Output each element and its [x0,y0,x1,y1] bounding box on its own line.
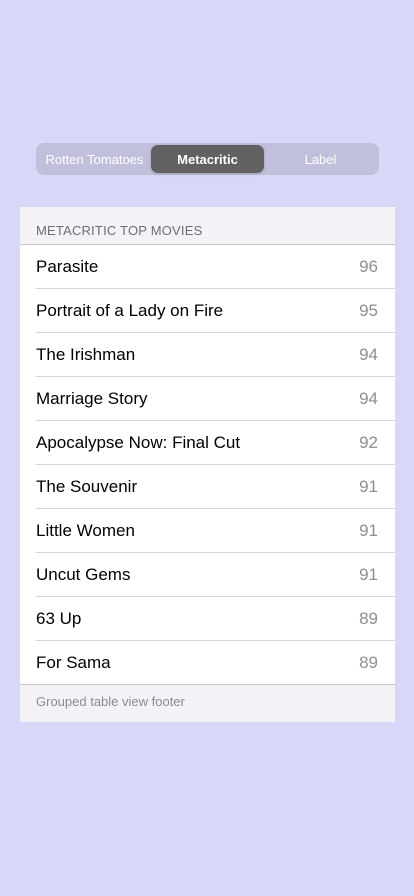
movie-score: 91 [359,477,378,496]
table-rows: Parasite 96 Portrait of a Lady on Fire 9… [20,245,395,685]
movie-title: Little Women [36,521,135,540]
segmented-control: Rotten Tomatoes Metacritic Label [36,143,379,175]
table-row[interactable]: Marriage Story 94 [20,377,395,421]
segment-rotten-tomatoes[interactable]: Rotten Tomatoes [38,145,151,173]
table-row[interactable]: Parasite 96 [20,245,395,289]
movie-title: For Sama [36,653,111,672]
movie-title: Marriage Story [36,389,148,408]
table-section-footer: Grouped table view footer [36,694,185,709]
movie-title: Parasite [36,257,99,276]
movie-title: Portrait of a Lady on Fire [36,301,224,320]
movie-title: Apocalypse Now: Final Cut [36,433,241,452]
segment-label[interactable]: Label [264,145,377,173]
table-row[interactable]: For Sama 89 [20,641,395,685]
movie-score: 92 [359,433,378,452]
table-row[interactable]: 63 Up 89 [20,597,395,641]
movie-score: 96 [359,257,378,276]
table-row[interactable]: The Souvenir 91 [20,465,395,509]
table-section-header: METACRITIC TOP MOVIES [20,207,395,245]
grouped-table: METACRITIC TOP MOVIES Parasite 96 Portra… [20,207,395,722]
movie-score: 91 [359,521,378,540]
movie-score: 89 [359,609,378,628]
movie-score: 91 [359,565,378,584]
movie-title: The Souvenir [36,477,138,496]
movie-title: 63 Up [36,609,82,628]
table-row[interactable]: Uncut Gems 91 [20,553,395,597]
movie-score: 89 [359,653,378,672]
movie-title: The Irishman [36,345,136,364]
table-row[interactable]: Apocalypse Now: Final Cut 92 [20,421,395,465]
movie-score: 95 [359,301,378,320]
movie-score: 94 [359,345,378,364]
table-row[interactable]: The Irishman 94 [20,333,395,377]
movie-score: 94 [359,389,378,408]
table-row[interactable]: Portrait of a Lady on Fire 95 [20,289,395,333]
movie-title: Uncut Gems [36,565,131,584]
table-row[interactable]: Little Women 91 [20,509,395,553]
segment-metacritic[interactable]: Metacritic [151,145,264,173]
